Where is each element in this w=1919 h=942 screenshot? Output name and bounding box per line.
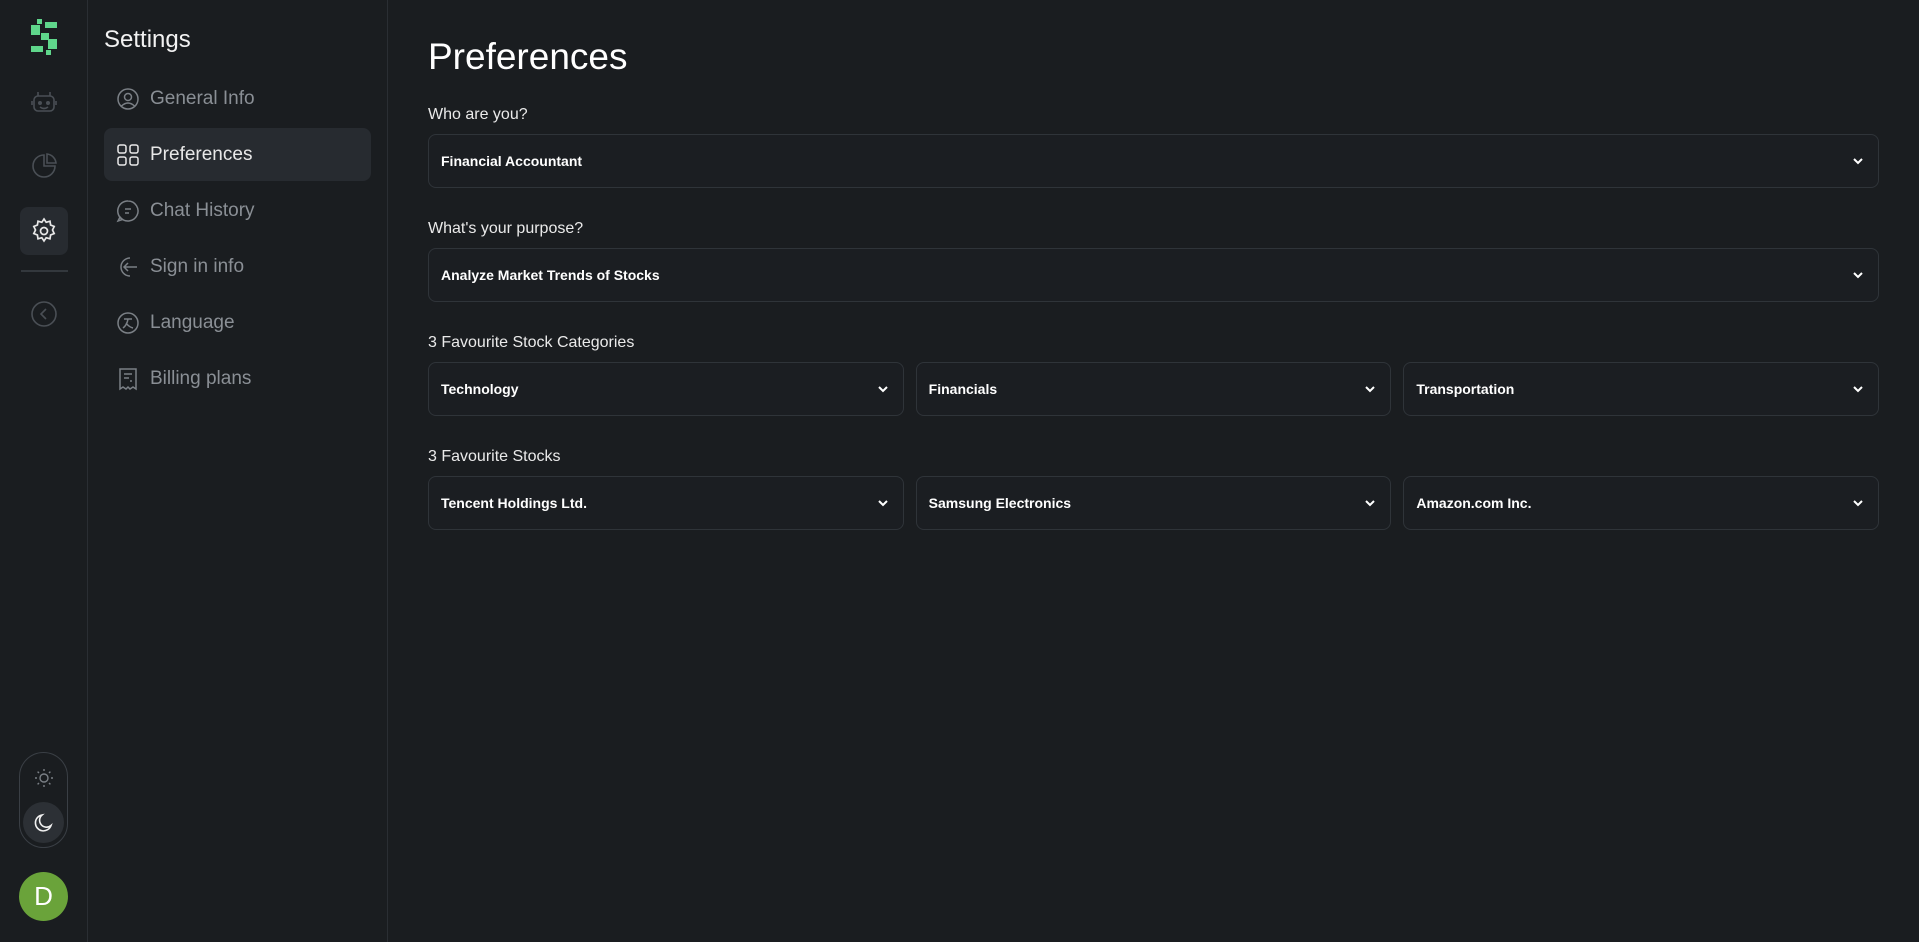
app-logo[interactable] — [29, 19, 59, 55]
app-window: D Settings General Info Preferences Chat… — [0, 0, 1919, 942]
sidebar-item-label: Preferences — [150, 143, 253, 165]
user-circle-icon — [116, 87, 140, 111]
pie-chart-icon — [32, 153, 57, 178]
purpose-label: What's your purpose? — [428, 220, 584, 237]
sidebar-item-label: Chat History — [150, 199, 255, 221]
sidebar-item-label: Billing plans — [150, 367, 252, 389]
select-value: Amazon.com Inc. — [1416, 495, 1532, 511]
sidebar-item-language[interactable]: Language — [104, 296, 371, 349]
chevron-down-icon — [875, 381, 891, 397]
rail-divider — [21, 270, 68, 272]
settings-sidebar: Settings General Info Preferences Chat H… — [88, 0, 388, 942]
light-mode-button[interactable] — [23, 757, 64, 798]
robot-icon — [31, 92, 57, 112]
page-title: Preferences — [428, 36, 628, 77]
sign-in-icon — [116, 255, 140, 279]
chevron-down-icon — [1850, 267, 1866, 283]
favourite-stocks-group: 3 Favourite Stocks Tencent Holdings Ltd.… — [428, 448, 1880, 530]
category-select-3[interactable]: Transportation — [1403, 362, 1880, 416]
collapse-sidebar-button[interactable] — [20, 290, 68, 338]
sidebar-item-sign-in-info[interactable]: Sign in info — [104, 240, 371, 293]
chevron-down-icon — [875, 495, 891, 511]
select-value: Financials — [928, 381, 998, 397]
select-value: Analyze Market Trends of Stocks — [441, 267, 660, 283]
who-are-you-label: Who are you? — [428, 106, 528, 123]
sidebar-item-chat-history[interactable]: Chat History — [104, 184, 371, 237]
sun-icon — [34, 768, 53, 787]
gear-icon — [32, 217, 56, 243]
select-value: Samsung Electronics — [928, 495, 1072, 511]
select-value: Technology — [441, 381, 519, 397]
sidebar-item-label: Sign in info — [150, 255, 245, 277]
select-value: Transportation — [1416, 381, 1515, 397]
translate-icon — [116, 311, 140, 335]
sidebar-title: Settings — [104, 26, 191, 53]
stock-select-2[interactable]: Samsung Electronics — [915, 476, 1392, 530]
who-are-you-group: Who are you? Financial Accountant — [428, 106, 1879, 188]
dark-mode-button[interactable] — [23, 802, 64, 843]
purpose-select[interactable]: Analyze Market Trends of Stocks — [428, 248, 1879, 302]
favourite-stocks-label: 3 Favourite Stocks — [428, 448, 561, 465]
preferences-panel: Preferences Who are you? Financial Accou… — [388, 0, 1919, 942]
grid-icon — [116, 143, 140, 167]
sidebar-item-label: Language — [150, 311, 235, 333]
stock-categories-group: 3 Favourite Stock Categories Technology … — [428, 334, 1880, 416]
rail-analytics-button[interactable] — [20, 142, 68, 190]
avatar[interactable]: D — [19, 872, 68, 921]
receipt-icon — [116, 367, 140, 391]
sidebar-item-general-info[interactable]: General Info — [104, 72, 371, 125]
sidebar-item-preferences[interactable]: Preferences — [104, 128, 371, 181]
category-select-1[interactable]: Technology — [428, 362, 904, 416]
chevron-down-icon — [1362, 495, 1378, 511]
chevron-down-icon — [1362, 381, 1378, 397]
moon-icon — [34, 813, 53, 832]
chevron-down-icon — [1850, 153, 1866, 169]
collapse-left-icon — [31, 301, 57, 327]
chevron-down-icon — [1850, 495, 1866, 511]
purpose-group: What's your purpose? Analyze Market Tren… — [428, 220, 1879, 302]
select-value: Financial Accountant — [441, 153, 583, 169]
select-value: Tencent Holdings Ltd. — [441, 495, 587, 511]
chat-icon — [116, 199, 140, 223]
rail-settings-button[interactable] — [20, 207, 68, 255]
icon-rail: D — [0, 0, 88, 942]
theme-toggle — [19, 752, 68, 848]
chevron-down-icon — [1850, 381, 1866, 397]
stock-categories-label: 3 Favourite Stock Categories — [428, 334, 635, 351]
sidebar-item-billing-plans[interactable]: Billing plans — [104, 352, 371, 405]
rail-bot-button[interactable] — [20, 78, 68, 126]
stock-select-1[interactable]: Tencent Holdings Ltd. — [428, 476, 904, 530]
category-select-2[interactable]: Financials — [915, 362, 1392, 416]
stock-select-3[interactable]: Amazon.com Inc. — [1403, 476, 1880, 530]
who-are-you-select[interactable]: Financial Accountant — [428, 134, 1879, 188]
sidebar-item-label: General Info — [150, 87, 255, 109]
